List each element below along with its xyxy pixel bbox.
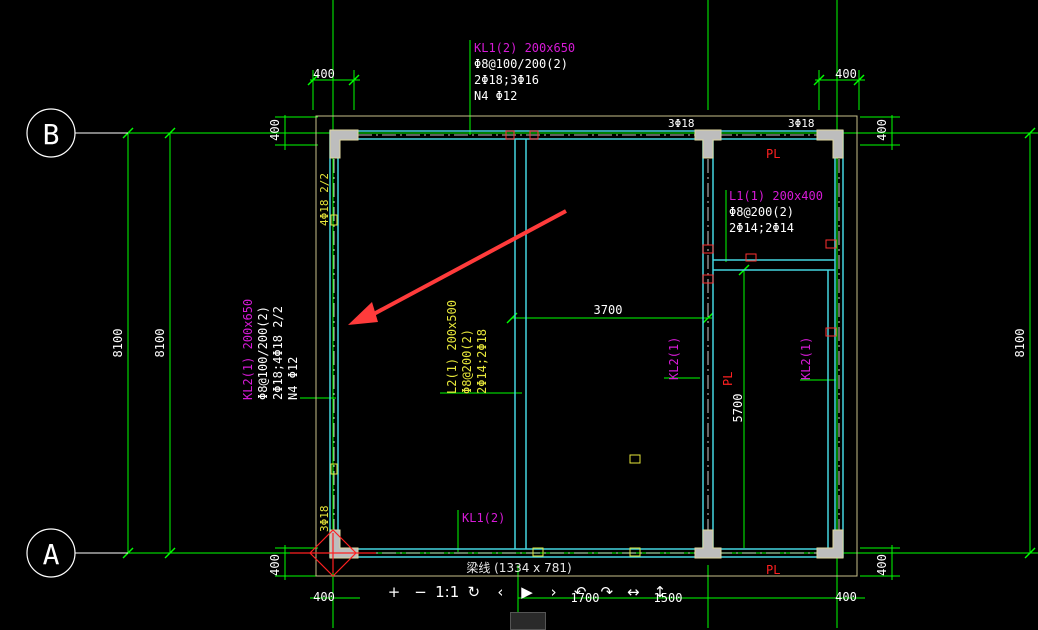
dim-left-inner: 8100 [153,329,167,358]
kl1-top-line-2: Φ8@100/200(2) [474,57,568,71]
kl1-bottom-label: KL1(2) [462,511,505,525]
kl2-left-line-2: Φ8@100/200(2) [256,306,270,400]
l1-line-1: L1(1) 200x400 [729,189,823,203]
dim-bottom-left: 400 [313,590,335,604]
pl-top-label: PL [766,147,780,161]
dim-top-right: 400 [835,67,857,81]
dim-3700: 3700 [594,303,623,317]
dim-top-left: 400 [313,67,335,81]
rotate-right-icon[interactable]: ↷ [595,580,619,604]
l1-line-3: 2Φ14;2Φ14 [729,221,794,235]
left-rebar-top-label: 4Φ18 2/2 [318,173,331,226]
axis-label-b: B [43,118,60,151]
kl1-top-line-1: KL1(2) 200x650 [474,41,575,55]
flip-horizontal-icon[interactable]: ↔ [621,580,645,604]
viewer-toolbar: + − 1:1 ↻ ‹ ▶ › ↶ ↷ ↔ ↕ [382,578,672,606]
kl2-left-line-4: N4 Φ12 [286,357,300,400]
zoom-out-button[interactable]: − [409,580,433,604]
next-icon[interactable]: › [542,580,566,604]
kl1-top-line-3: 2Φ18;3Φ16 [474,73,539,87]
l2-line-3: 2Φ14;2Φ18 [475,329,489,394]
play-icon[interactable]: ▶ [515,580,539,604]
top-rebar-label-1: 3Φ18 [668,117,695,130]
kl1-top-line-4: N4 Φ12 [474,89,517,103]
flip-vertical-icon[interactable]: ↕ [648,580,672,604]
dim-bottom-right: 400 [835,590,857,604]
left-rebar-bottom-label: 3Φ18 [318,506,331,533]
dim-5700: 5700 [731,394,745,423]
dim-left-top: 400 [268,119,282,141]
actual-size-button[interactable]: 1:1 [435,580,459,604]
dim-right-outer: 8100 [1013,329,1027,358]
canvas-background [0,0,1038,628]
prev-icon[interactable]: ‹ [488,580,512,604]
kl2-left-line-3: 2Φ18;4Φ18 2/2 [271,306,285,400]
l1-line-2: Φ8@200(2) [729,205,794,219]
reset-icon[interactable]: ↻ [462,580,486,604]
cad-drawing: B A 400 400 400 400 3700 1700 1500 400 4… [0,0,1038,628]
pl-mid-label: PL [721,372,735,386]
dim-left-outer: 8100 [111,329,125,358]
top-rebar-label-2: 3Φ18 [788,117,815,130]
kl2-mid-label: KL2(1) [667,337,681,380]
l2-line-2: Φ8@200(2) [460,329,474,394]
dim-right-top: 400 [875,119,889,141]
image-caption: 梁线 (1334 x 781) [466,561,572,575]
kl2-right-label: KL2(1) [799,337,813,380]
l2-line-1: L2(1) 200x500 [445,300,459,394]
zoom-in-button[interactable]: + [382,580,406,604]
kl2-left-line-1: KL2(1) 200x650 [241,299,255,400]
rotate-left-icon[interactable]: ↶ [568,580,592,604]
thumbnail-strip[interactable] [510,612,546,630]
